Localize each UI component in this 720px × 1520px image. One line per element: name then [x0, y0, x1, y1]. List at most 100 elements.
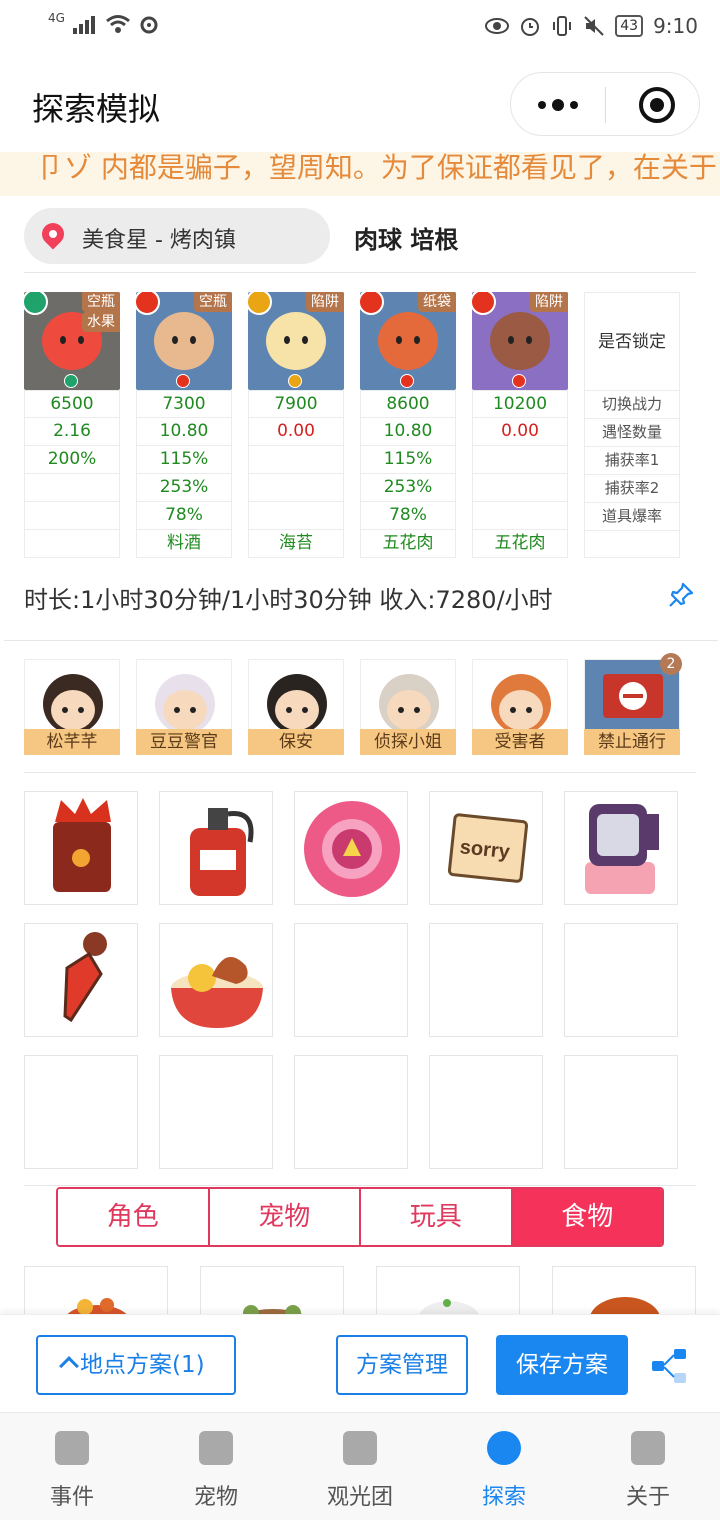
- element-icon: [360, 292, 384, 315]
- location-selector[interactable]: 美食星 - 烤肉镇: [24, 208, 330, 264]
- location-name: 美食星 - 烤肉镇: [82, 228, 236, 253]
- pet-face: [266, 312, 326, 370]
- pet-stat-cell: 10.80: [136, 418, 232, 446]
- share-icon[interactable]: [650, 1347, 690, 1387]
- empty-item-slot[interactable]: [564, 923, 678, 1037]
- close-mini-program-icon[interactable]: [639, 87, 675, 123]
- character-portrait: [136, 659, 232, 729]
- plan-manage-button[interactable]: 方案管理: [336, 1335, 468, 1395]
- pet-stat-cell: 料酒: [136, 530, 232, 558]
- pet-stat-cell: 253%: [136, 474, 232, 502]
- empty-item-slot[interactable]: [294, 923, 408, 1037]
- pin-icon[interactable]: [668, 582, 694, 608]
- save-plan-button[interactable]: 保存方案: [496, 1335, 628, 1395]
- character-name: 受害者: [472, 729, 568, 755]
- character-avatar: [155, 674, 215, 729]
- tabbar-label: 探索: [481, 1485, 526, 1510]
- lock-header[interactable]: 是否锁定: [585, 293, 679, 391]
- location-plan-button[interactable]: 地点方案(1): [36, 1335, 236, 1395]
- pet-stat-cell: 8600: [360, 390, 456, 418]
- page-title: 探索模拟: [32, 90, 161, 128]
- character-name: 禁止通行: [584, 729, 680, 755]
- pet-stat-cell: [248, 502, 344, 530]
- tabbar-item-about[interactable]: 关于: [576, 1413, 720, 1520]
- count-badge: 2: [660, 653, 682, 675]
- category-tabs: 角色 宠物 玩具 食物: [56, 1187, 664, 1247]
- pet-portrait[interactable]: 空瓶: [136, 292, 232, 390]
- character-avatar: [267, 674, 327, 729]
- tabbar-item-events[interactable]: 事件: [0, 1413, 144, 1520]
- pet-column[interactable]: 陷阱 10200 0.00 五花肉: [472, 292, 568, 558]
- empty-item-slot[interactable]: [24, 1055, 138, 1169]
- divider: [4, 640, 718, 641]
- tab-role[interactable]: 角色: [58, 1189, 208, 1245]
- element-icon: [24, 292, 48, 315]
- empty-item-slot[interactable]: [564, 1055, 678, 1169]
- item-slot[interactable]: sorry: [429, 791, 543, 905]
- dot-icon: [538, 101, 546, 109]
- element-icon: [248, 292, 272, 315]
- clock: 9:10: [653, 14, 698, 38]
- row-label: 切换战力: [585, 391, 679, 419]
- pet-column[interactable]: 空瓶 水果 6500 2.16 200%: [24, 292, 120, 558]
- more-menu-button[interactable]: [511, 73, 605, 137]
- pet-column[interactable]: 陷阱 7900 0.00 海苔: [248, 292, 344, 558]
- element-icon: [472, 292, 496, 315]
- pet-stat-cell: 200%: [24, 446, 120, 474]
- pet-column[interactable]: 纸袋 8600 10.80 115% 253% 78% 五花肉: [360, 292, 456, 558]
- character-card[interactable]: 豆豆警官: [136, 659, 232, 755]
- pet-stat-cell: 0.00: [248, 418, 344, 446]
- item-slot[interactable]: [24, 923, 138, 1037]
- tabbar-item-pets[interactable]: 宠物: [144, 1413, 288, 1520]
- tab-pet[interactable]: 宠物: [207, 1189, 359, 1245]
- divider: [24, 1185, 696, 1186]
- pet-stat-cell: 五花肉: [360, 530, 456, 558]
- row-label: 道具爆率: [585, 503, 679, 531]
- pet-stat-cell: 10200: [472, 390, 568, 418]
- tab-toy[interactable]: 玩具: [359, 1189, 511, 1245]
- row-label: 捕获率2: [585, 475, 679, 503]
- empty-item-slot[interactable]: [159, 1055, 273, 1169]
- item-slot[interactable]: [24, 791, 138, 905]
- element-icon: [136, 292, 160, 315]
- character-card[interactable]: 保安: [248, 659, 344, 755]
- character-name: 保安: [248, 729, 344, 755]
- skill-icon: [176, 374, 190, 388]
- divider: [24, 272, 696, 273]
- dot-icon: [570, 101, 578, 109]
- pet-stat-cell: [24, 474, 120, 502]
- tabbar-label: 事件: [49, 1485, 94, 1510]
- skill-icon: [512, 374, 526, 388]
- character-card[interactable]: 松芊芊: [24, 659, 120, 755]
- wifi-icon: [105, 15, 130, 33]
- character-card[interactable]: 禁止通行 2: [584, 653, 682, 755]
- empty-item-slot[interactable]: [429, 1055, 543, 1169]
- pet-column[interactable]: 空瓶 7300 10.80 115% 253% 78% 料酒: [136, 292, 232, 558]
- notice-text: 卩ゾ 内都是骗子，望周知。为了保证都看见了，在关于: [36, 152, 717, 184]
- alarm-icon: [521, 18, 540, 36]
- tabbar-item-explore[interactable]: 探索: [432, 1413, 576, 1520]
- character-card[interactable]: 受害者: [472, 659, 568, 755]
- empty-item-slot[interactable]: [294, 1055, 408, 1169]
- tabbar-item-tour[interactable]: 观光团: [288, 1413, 432, 1520]
- pet-portrait[interactable]: 陷阱: [248, 292, 344, 390]
- pet-stat-cell: 78%: [136, 502, 232, 530]
- pet-portrait[interactable]: 纸袋: [360, 292, 456, 390]
- character-card[interactable]: 侦探小姐: [360, 659, 456, 755]
- pet-stat-cell: 2.16: [24, 418, 120, 446]
- lock-column: 是否锁定 切换战力 遇怪数量 捕获率1 捕获率2 道具爆率: [584, 292, 680, 558]
- nav-header: 探索模拟: [0, 56, 720, 152]
- mini-program-capsule: [510, 72, 700, 136]
- pet-portrait[interactable]: 空瓶 水果: [24, 292, 120, 390]
- pet-stat-cell: 7300: [136, 390, 232, 418]
- pet-portrait[interactable]: 陷阱: [472, 292, 568, 390]
- list-icon: [631, 1431, 665, 1465]
- item-slot[interactable]: [294, 791, 408, 905]
- item-slot[interactable]: [564, 791, 678, 905]
- empty-item-slot[interactable]: [429, 923, 543, 1037]
- item-slot[interactable]: [159, 923, 273, 1037]
- tab-food[interactable]: 食物: [510, 1189, 662, 1245]
- pet-stat-cell: 10.80: [360, 418, 456, 446]
- item-slot[interactable]: [159, 791, 273, 905]
- kettle-icon: [585, 804, 659, 894]
